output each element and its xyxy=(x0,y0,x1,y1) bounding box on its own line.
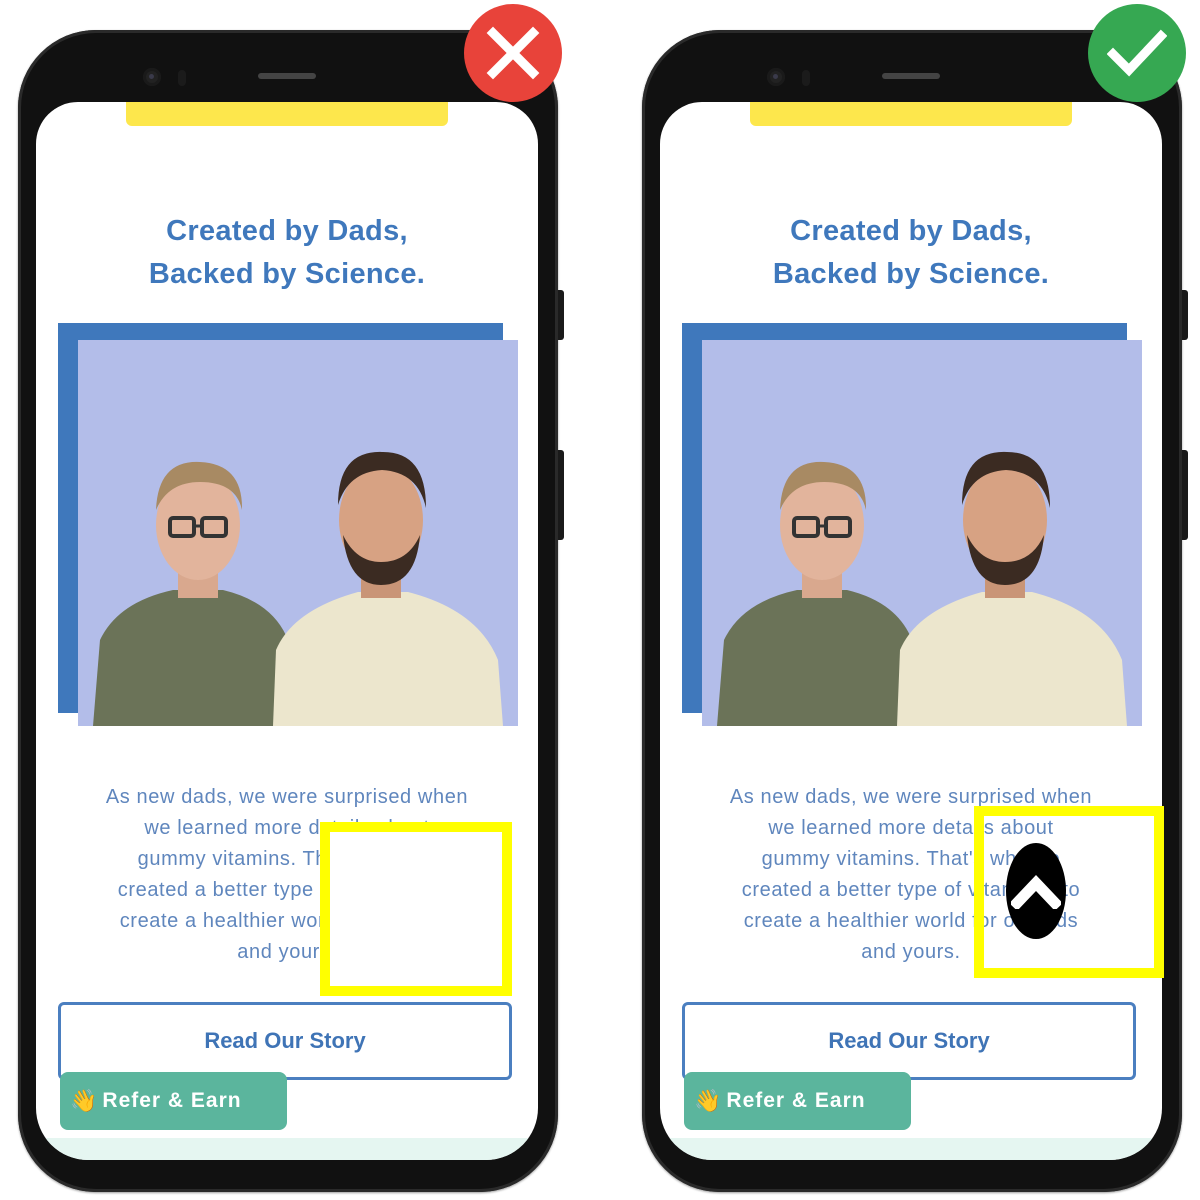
front-camera xyxy=(767,68,785,86)
refer-and-earn-button[interactable]: 👋 Refer & Earn xyxy=(60,1072,287,1130)
proximity-sensor xyxy=(802,70,810,86)
refer-label: Refer & Earn xyxy=(726,1089,866,1112)
proximity-sensor xyxy=(178,70,186,86)
highlight-box-incorrect xyxy=(320,822,512,996)
earpiece-speaker xyxy=(258,73,316,79)
founders-photo xyxy=(78,340,518,726)
body-line: As new dads, we were surprised when xyxy=(105,786,469,808)
highlight-box-correct xyxy=(974,806,1164,978)
footer-strip xyxy=(660,1138,1162,1160)
waving-hand-icon: 👋 xyxy=(70,1088,99,1113)
promo-banner[interactable] xyxy=(126,102,448,126)
chevron-up-icon xyxy=(1011,875,1061,909)
check-icon xyxy=(1107,29,1167,77)
phone-mockup-correct: Created by Dads, Backed by Science. As n… xyxy=(642,30,1188,1192)
earpiece-speaker xyxy=(882,73,940,79)
refer-label: Refer & Earn xyxy=(102,1089,242,1112)
phone-screen: Created by Dads, Backed by Science. As n… xyxy=(660,102,1162,1160)
read-our-story-button[interactable]: Read Our Story xyxy=(58,1002,512,1080)
founders-photo xyxy=(702,340,1142,726)
footer-strip xyxy=(36,1138,538,1160)
scroll-to-top-button[interactable] xyxy=(1006,843,1066,939)
refer-and-earn-button[interactable]: 👋 Refer & Earn xyxy=(684,1072,911,1130)
front-camera xyxy=(143,68,161,86)
section-headline: Created by Dads, Backed by Science. xyxy=(36,210,538,296)
volume-button xyxy=(558,290,564,340)
headline-line-2: Backed by Science. xyxy=(772,258,1050,290)
phone-screen: Created by Dads, Backed by Science. As n… xyxy=(36,102,538,1160)
volume-button xyxy=(1182,290,1188,340)
close-icon xyxy=(486,26,540,80)
read-our-story-button[interactable]: Read Our Story xyxy=(682,1002,1136,1080)
power-button xyxy=(1182,450,1188,540)
headline-line-1: Created by Dads, xyxy=(790,215,1032,247)
power-button xyxy=(558,450,564,540)
phone-mockup-incorrect: Created by Dads, Backed by Science. As n… xyxy=(18,30,564,1192)
section-headline: Created by Dads, Backed by Science. xyxy=(660,210,1162,296)
headline-line-2: Backed by Science. xyxy=(148,258,426,290)
correct-badge xyxy=(1088,4,1186,102)
waving-hand-icon: 👋 xyxy=(694,1088,723,1113)
headline-line-1: Created by Dads, xyxy=(166,215,408,247)
incorrect-badge xyxy=(464,4,562,102)
promo-banner[interactable] xyxy=(750,102,1072,126)
